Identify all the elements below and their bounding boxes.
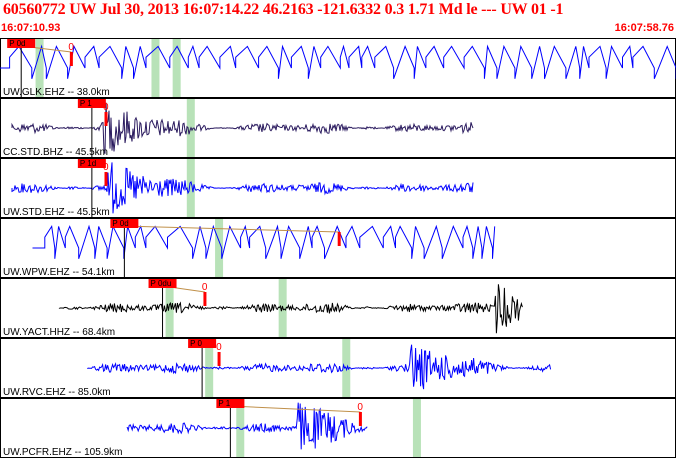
coda-line (230, 405, 361, 413)
waveform (87, 344, 552, 390)
end-pick-label: 0 (216, 342, 222, 353)
end-pick-marker (337, 232, 341, 246)
trace-panel-2: P 1d 0 UW.STD.EHZ -- 45.5km (0, 158, 676, 218)
analysis-window (412, 399, 421, 457)
pick-label: P 1 (80, 99, 92, 108)
trace-panel-4: P 0du 0 UW.YACT.HHZ -- 68.4km (0, 278, 676, 338)
end-pick-marker (203, 292, 207, 306)
waveform (126, 402, 368, 450)
waveform (0, 44, 676, 79)
end-pick-marker (217, 352, 221, 366)
trace-panel-5: P 0 0 UW.RVC.EHZ -- 85.0km (0, 338, 676, 398)
pick-label: P 0 (190, 339, 202, 348)
end-pick-marker (69, 52, 73, 66)
waveform (32, 224, 496, 259)
station-label: CC.STD.BHZ -- 45.5km (3, 147, 108, 158)
pick-label: P 0d (112, 219, 128, 228)
station-label: UW.PCFR.EHZ -- 105.9km (3, 447, 122, 458)
station-label: UW.STD.EHZ -- 45.5km (3, 207, 110, 218)
pick-label: P 0du (151, 279, 172, 288)
station-label: UW.YACT.HHZ -- 68.4km (3, 327, 115, 338)
trace-panel-3: P 0d UW.WPW.EHZ -- 54.1km (0, 218, 676, 278)
pick-label: P 1 (218, 399, 230, 408)
waveform (11, 162, 474, 214)
end-pick-label: 0 (103, 102, 109, 113)
end-pick-marker (104, 112, 108, 126)
trace-panel-0: P 0d 0 UW.GLK.EHZ -- 38.0km (0, 38, 676, 98)
waveform (58, 284, 523, 334)
end-pick-marker (358, 412, 362, 426)
station-label: UW.GLK.EHZ -- 38.0km (3, 87, 110, 98)
end-pick-label: 0 (357, 402, 363, 413)
trace-panel-1: P 1 0 CC.STD.BHZ -- 45.5km (0, 98, 676, 158)
end-pick-label: 0 (103, 162, 109, 173)
station-label: UW.WPW.EHZ -- 54.1km (3, 267, 115, 278)
end-pick-label: 0 (68, 42, 74, 53)
pick-label: P 0d (9, 39, 25, 48)
station-label: UW.RVC.EHZ -- 85.0km (3, 387, 111, 398)
seismogram-plot[interactable]: P 0d 0UW.GLK.EHZ -- 38.0kmP 1 0CC.STD.BHZ … (0, 0, 676, 458)
trace-panel-6: P 1 0 UW.PCFR.EHZ -- 105.9km (0, 398, 676, 458)
end-pick-marker (104, 172, 108, 186)
end-pick-label: 0 (202, 282, 208, 293)
pick-label: P 1d (80, 159, 96, 168)
